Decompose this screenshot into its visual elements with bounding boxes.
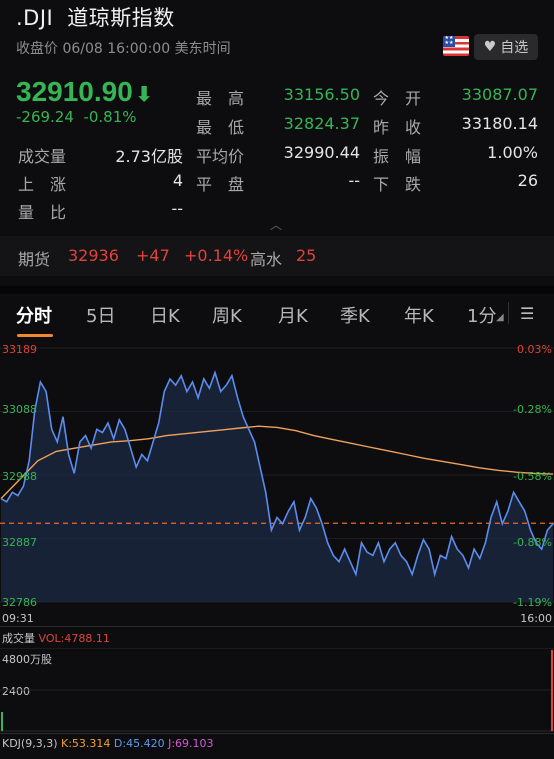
stat-value: 33087.07 [461,85,538,104]
stat-label: 平 盘 [196,175,245,194]
change-pct: -0.81% [83,108,137,126]
tab-intraday[interactable]: 分时 [16,302,52,328]
volume-bar [1,712,3,731]
last-price: 32910.90 ⬇ [16,76,153,108]
stat-label: 振 幅 [373,147,422,166]
expand-caret-icon[interactable]: ︿ [270,216,282,233]
kdj-label: KDJ(9,3,3) [2,737,58,750]
page-title: .DJI 道琼斯指数 [16,2,175,32]
stat-label: 昨 收 [373,118,422,137]
tab-yearly-k[interactable]: 年K [404,302,434,328]
stat-value: -- [348,171,360,190]
tab-monthly-k[interactable]: 月K [278,302,308,328]
stat-value: 4 [172,171,183,190]
stat-label: 成交量 [18,147,67,166]
volume-header: 成交量 VOL:4788.11 [2,630,110,646]
kdj-divider [0,733,554,734]
futures-row[interactable]: 期货 32936 +47 +0.14% 高水 25 [0,236,554,276]
time-start-label: 09:31 [2,612,34,625]
symbol-label: .DJI [16,6,54,30]
market-status: 收盘价 06/08 16:00:00 美东时间 [16,41,231,57]
last-price-value: 32910.90 [16,76,133,107]
tab-divider [508,302,509,324]
y-tick-right: -0.88% [513,536,552,549]
stat-label: 最 高 [196,89,245,108]
y-tick-left: 32786 [2,596,37,609]
futures-change: +47 [136,246,170,265]
y-tick-right: -0.28% [513,403,552,416]
y-tick-right: -1.19% [513,596,552,609]
heart-icon: ♥ [483,39,497,55]
volume-value: VOL:4788.11 [38,632,110,645]
futures-label: 期货 [18,250,51,269]
time-end-label: 16:00 [520,612,552,625]
add-to-watchlist-button[interactable]: ♥ 自选 [474,34,538,60]
chart-period-tabs: 分时 5日 日K 周K 月K 季K 年K 1分 ◢ ☰ [0,296,554,336]
us-flag-icon: ★★ ★★ [443,36,469,56]
stat-label: 量 比 [18,203,67,222]
y-tick-left: 33088 [2,403,37,416]
volume-divider [0,626,554,627]
price-change: -269.24 -0.81% [16,108,137,126]
stat-label: 下 跌 [373,175,422,194]
section-divider [0,286,554,294]
premium-value: 25 [296,246,317,265]
premium-label: 高水 [250,250,283,269]
futures-change-pct: +0.14% [184,246,249,265]
kdj-k-value: K:53.314 [61,737,111,750]
tab-quarterly-k[interactable]: 季K [340,302,370,328]
index-name: 道琼斯指数 [67,6,175,30]
tab-daily-k[interactable]: 日K [150,302,180,328]
stat-label: 今 开 [373,89,422,108]
kdj-d-value: D:45.420 [113,737,165,750]
watchlist-button-label: 自选 [500,40,529,56]
y-tick-left: 33189 [2,343,37,356]
stat-value: 33156.50 [283,85,360,104]
stat-value: 33180.14 [461,114,538,133]
y-tick-left: 32988 [2,470,37,483]
y-tick-right: -0.58% [513,470,552,483]
tab-weekly-k[interactable]: 周K [212,302,242,328]
stat-label: 上 涨 [18,175,67,194]
stat-value: 26 [517,171,538,190]
down-arrow-icon: ⬇ [135,84,153,106]
change-value: -269.24 [16,108,74,126]
chart-settings-icon[interactable]: ☰ [520,304,534,323]
active-tab-indicator [17,334,53,337]
tab-5day[interactable]: 5日 [86,302,115,328]
tab-1min[interactable]: 1分 [467,302,496,328]
stat-label: 平均价 [196,147,245,166]
volume-chart[interactable] [0,648,554,732]
kdj-header: KDJ(9,3,3) K:53.314 D:45.420 J:69.103 [2,737,214,750]
y-tick-left: 32887 [2,536,37,549]
volume-label: 成交量 [2,632,35,645]
kdj-j-value: J:69.103 [168,737,214,750]
intraday-chart[interactable] [0,340,554,610]
dropdown-triangle-icon[interactable]: ◢ [496,312,504,323]
stat-value: 2.73亿股 [115,147,183,166]
y-tick-right: 0.03% [517,343,552,356]
price-area-fill [1,372,553,602]
volume-bar [551,650,553,731]
stat-value: -- [171,199,183,218]
stat-value: 32824.37 [283,114,360,133]
stat-value: 32990.44 [283,143,360,162]
stat-label: 最 低 [196,118,245,137]
stat-value: 1.00% [487,143,538,162]
futures-price: 32936 [68,246,119,265]
